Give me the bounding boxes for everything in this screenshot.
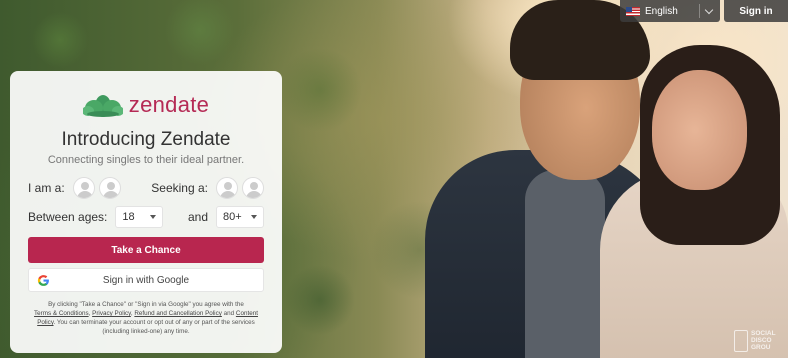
seeking-group: Seeking a: (151, 177, 264, 199)
legal-sep: , (130, 310, 133, 318)
caret-down-icon (150, 215, 157, 219)
brand-name: zendate (128, 92, 210, 117)
legal-intro: By clicking "Take a Chance" or "Sign in … (48, 301, 244, 308)
privacy-link[interactable]: Privacy Policy (92, 310, 131, 317)
divider (699, 4, 700, 18)
take-a-chance-button[interactable]: Take a Chance (28, 237, 264, 263)
badge-line1: SOCIAL (751, 330, 776, 337)
terms-link[interactable]: Terms & Conditions (34, 310, 89, 317)
i-am-label: I am a: (28, 181, 65, 195)
chevron-down-icon (704, 5, 714, 14)
min-age-value: 18 (122, 211, 135, 223)
language-select[interactable]: English (620, 0, 720, 22)
min-age-select[interactable]: 18 (115, 206, 164, 228)
gender-row: I am a: Seeking a: (28, 177, 264, 199)
language-label: English (645, 5, 678, 17)
signup-card: zendate Introducing Zendate Connecting s… (10, 71, 282, 353)
legal-text: By clicking "Take a Chance" or "Sign in … (28, 300, 264, 337)
google-button-label: Sign in with Google (102, 274, 190, 286)
us-flag-icon (626, 6, 640, 16)
signin-button[interactable]: Sign in (724, 0, 788, 22)
badge-line3: GROU (751, 344, 771, 352)
max-age-select[interactable]: 80+ (216, 206, 264, 228)
between-ages-label: Between ages: (28, 210, 108, 224)
seeking-male-option[interactable] (216, 177, 238, 199)
google-signin-button[interactable]: Sign in with Google (28, 268, 264, 292)
refund-link[interactable]: Refund and Cancellation Policy (134, 310, 222, 317)
brand-logo: zendate (28, 91, 264, 119)
i-am-female-option[interactable] (98, 177, 121, 199)
i-am-group: I am a: (28, 177, 121, 199)
max-age-group: and 80+ (188, 206, 264, 228)
badge-line2: DISCO (751, 337, 772, 345)
woman-face (652, 70, 747, 190)
social-discovery-badge: SOCIAL DISCO GROU (734, 330, 788, 358)
page-subtitle: Connecting singles to their ideal partne… (47, 154, 245, 166)
page-title: Introducing Zendate (61, 129, 231, 150)
caret-down-icon (251, 215, 257, 219)
min-age-group: Between ages: 18 (28, 206, 164, 228)
and-label: and (187, 210, 208, 224)
max-age-value: 80+ (223, 211, 242, 223)
legal-tail: . You can terminate your account or opt … (53, 319, 255, 336)
seeking-label: Seeking a: (151, 181, 208, 195)
legal-sep: , (88, 310, 91, 318)
badge-logo-icon (734, 330, 748, 352)
i-am-male-option[interactable] (72, 177, 95, 199)
google-icon (37, 275, 49, 286)
seeking-female-option[interactable] (242, 177, 264, 199)
lotus-icon (82, 95, 123, 117)
age-row: Between ages: 18 and 80+ (28, 206, 264, 228)
legal-and: and (223, 310, 235, 318)
man-shirt (525, 170, 605, 358)
